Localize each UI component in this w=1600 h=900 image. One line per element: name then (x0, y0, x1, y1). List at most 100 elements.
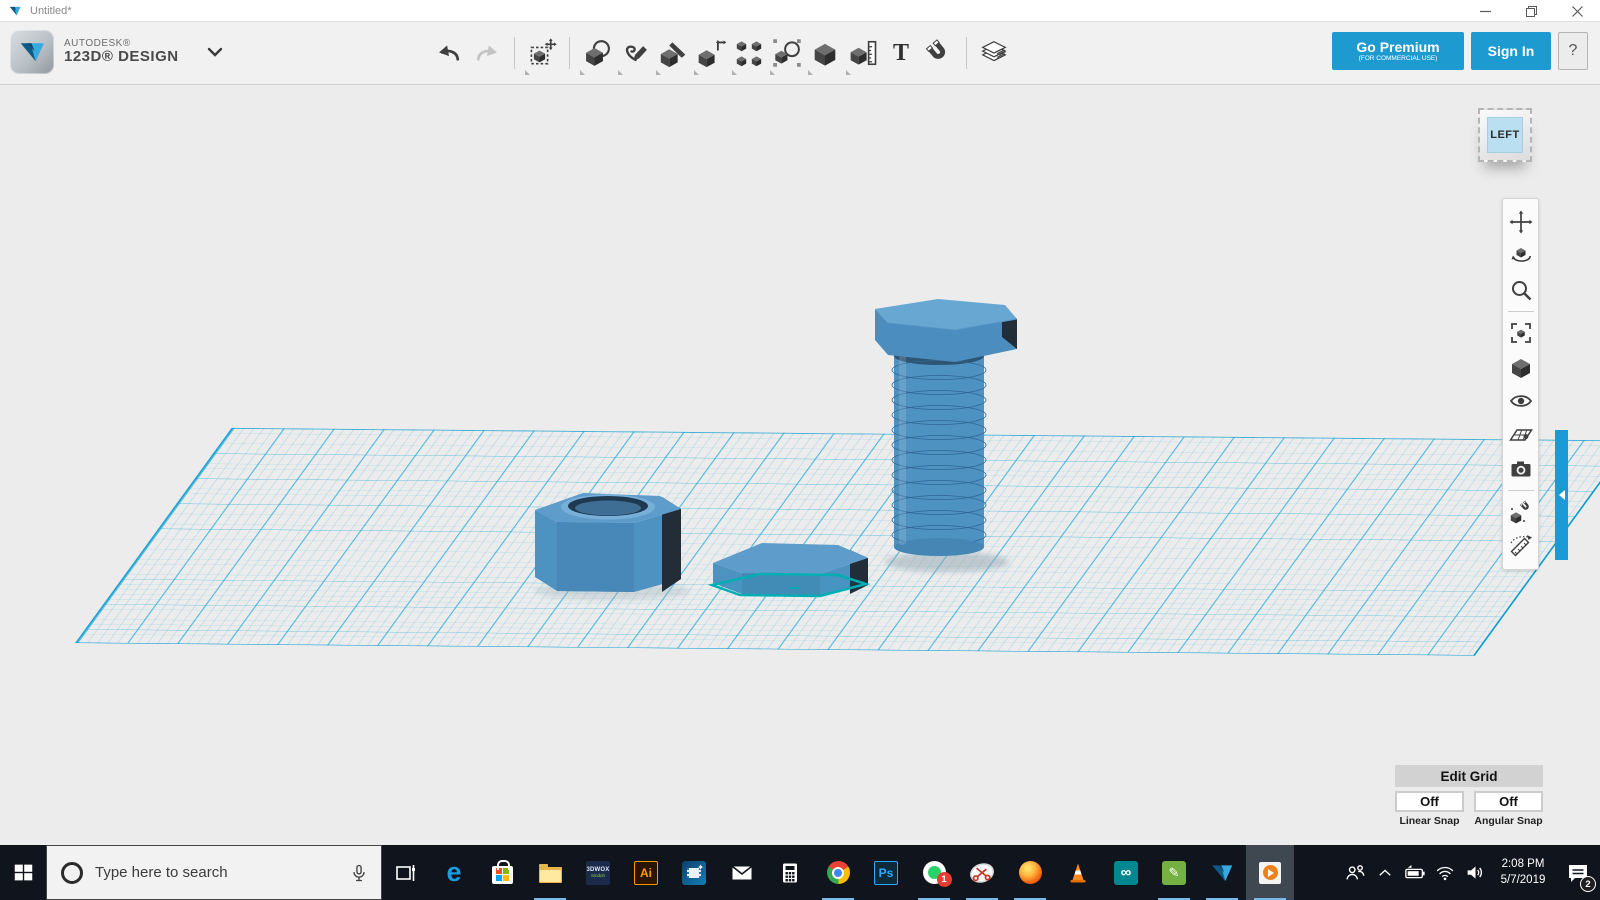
volume-button[interactable] (1460, 845, 1490, 900)
firefox-button[interactable] (1006, 845, 1054, 900)
help-button[interactable]: ? (1558, 32, 1588, 70)
network-button[interactable] (1430, 845, 1460, 900)
orbit-button[interactable] (1506, 241, 1536, 271)
close-button[interactable] (1554, 0, 1600, 22)
system-tray: 2:08 PM 5/7/2019 2 (1340, 845, 1600, 900)
wifi-icon (1435, 863, 1455, 883)
view-cube-face-label[interactable]: LEFT (1487, 117, 1523, 153)
right-panel-tab[interactable] (1555, 430, 1568, 560)
main-toolbar: AUTODESK® 123D® DESIGN T Go Premium (FOR… (0, 22, 1600, 85)
measure-nav-button[interactable] (1506, 531, 1536, 561)
pattern-tool-button[interactable] (730, 30, 768, 76)
redo-button[interactable] (468, 30, 506, 76)
zoom-button[interactable] (1506, 275, 1536, 305)
construct-tool-button[interactable] (654, 30, 692, 76)
undo-button[interactable] (430, 30, 468, 76)
battery-icon (1404, 862, 1426, 884)
action-center-button[interactable]: 2 (1556, 845, 1600, 900)
123d-design-button[interactable] (1198, 845, 1246, 900)
menu-chevron-icon[interactable] (207, 44, 223, 60)
combine-tool-button[interactable] (806, 30, 844, 76)
chevron-up-icon (1376, 864, 1394, 882)
chrome-icon (826, 861, 850, 884)
grouping-tool-button[interactable] (768, 30, 806, 76)
modify-tool-button[interactable] (692, 30, 730, 76)
angular-snap-select[interactable]: Off (1474, 791, 1543, 812)
task-view-button[interactable] (382, 845, 430, 900)
edge-button[interactable]: e (430, 845, 478, 900)
battery-button[interactable] (1400, 845, 1430, 900)
search-input[interactable] (95, 864, 337, 881)
grid-icon (1509, 423, 1533, 447)
hex-blank-model[interactable] (707, 543, 871, 598)
view-cube[interactable]: LEFT (1478, 108, 1532, 162)
snap-tool-button[interactable] (920, 30, 958, 76)
media-player-button[interactable] (1246, 845, 1294, 900)
3d-viewport[interactable]: LEFT Edit Grid Off Off Linear Snap Angul… (0, 85, 1600, 845)
whatsapp-icon: 1 (922, 861, 952, 887)
start-button[interactable] (0, 845, 46, 900)
magnifier-icon (1509, 278, 1533, 302)
pattern-icon (734, 38, 764, 68)
materials-tool-button[interactable] (975, 30, 1013, 76)
illustrator-button[interactable]: Ai (622, 845, 670, 900)
video-editor-icon: ✦ (682, 860, 706, 885)
hex-bolt-model[interactable] (875, 299, 1018, 556)
go-premium-label: Go Premium (1356, 38, 1440, 55)
people-button[interactable] (1340, 845, 1370, 900)
measure-tool-button[interactable] (844, 30, 882, 76)
text-tool-button[interactable]: T (882, 30, 920, 76)
shading-button[interactable] (1506, 352, 1536, 382)
vlc-button[interactable] (1054, 845, 1102, 900)
clock[interactable]: 2:08 PM 5/7/2019 (1494, 857, 1552, 888)
cortana-icon (61, 861, 83, 884)
notification-badge: 2 (1580, 876, 1596, 892)
calculator-button[interactable] (766, 845, 814, 900)
hide-button[interactable] (1506, 386, 1536, 416)
palette-separator (1507, 490, 1534, 491)
ruler-pen-icon (1509, 534, 1533, 558)
orbit-icon (1509, 244, 1533, 268)
sketch-tool-button[interactable] (616, 30, 654, 76)
pan-button[interactable] (1506, 207, 1536, 237)
hex-nut-model[interactable] (535, 493, 681, 592)
store-button[interactable] (478, 845, 526, 900)
transform-tool-button[interactable] (523, 30, 561, 76)
tray-date: 5/7/2019 (1500, 873, 1546, 886)
taskbar-search[interactable] (46, 845, 382, 900)
pen-app-icon: ✎ (1162, 860, 1186, 885)
screenshot-button[interactable] (1506, 454, 1536, 484)
snap-box-icon (1509, 500, 1533, 524)
photoshop-button[interactable]: Ps (862, 845, 910, 900)
palette-separator (1507, 311, 1534, 312)
primitives-tool-button[interactable] (578, 30, 616, 76)
minimize-button[interactable] (1462, 0, 1508, 22)
mail-button[interactable] (718, 845, 766, 900)
grid-visibility-button[interactable] (1506, 420, 1536, 450)
arduino-button[interactable]: ∞ (1102, 845, 1150, 900)
go-premium-button[interactable]: Go Premium (FOR COMMERCIAL USE) (1332, 32, 1464, 70)
snap-objects-button[interactable] (1506, 497, 1536, 527)
undo-icon (434, 38, 464, 68)
linear-snap-select[interactable]: Off (1395, 791, 1464, 812)
tool-strip: T (430, 28, 1013, 78)
camera-icon (1509, 457, 1533, 481)
fit-view-button[interactable] (1506, 318, 1536, 348)
chrome-button[interactable] (814, 845, 862, 900)
snipping-tool-button[interactable] (958, 845, 1006, 900)
file-explorer-button[interactable] (526, 845, 574, 900)
edit-grid-button[interactable]: Edit Grid (1395, 765, 1543, 787)
eye-icon (1509, 389, 1533, 413)
illustrator-icon: Ai (634, 860, 658, 885)
whatsapp-button[interactable]: 1 (910, 845, 958, 900)
coreldraw-button[interactable]: ✎ (1150, 845, 1198, 900)
sign-in-button[interactable]: Sign In (1471, 32, 1551, 70)
show-hidden-icons-button[interactable] (1370, 845, 1400, 900)
3dwox-button[interactable]: 3DWOX Sindoh (574, 845, 622, 900)
video-editor-button[interactable]: ✦ (670, 845, 718, 900)
taskbar-apps: e 3DWOX Sindoh Ai ✦ Ps 1 ∞ ✎ (382, 845, 1294, 900)
redo-icon (472, 38, 502, 68)
fit-icon (1509, 321, 1533, 345)
microphone-icon[interactable] (349, 863, 369, 883)
restore-button[interactable] (1508, 0, 1554, 22)
